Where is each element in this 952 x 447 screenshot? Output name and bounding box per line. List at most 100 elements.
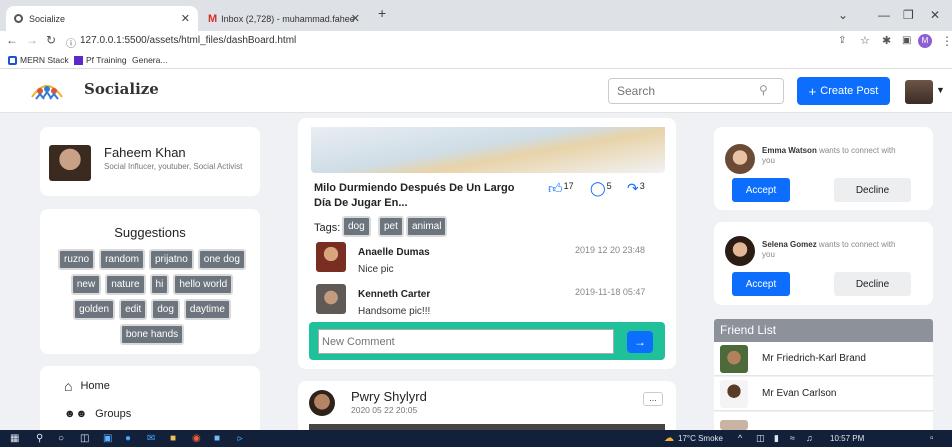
tab-socialize[interactable]: Socialize ✕	[6, 6, 198, 31]
suggestion-tag[interactable]: nature	[105, 274, 146, 295]
profile-avatar-image	[49, 145, 91, 181]
forward-icon[interactable]: →	[26, 33, 38, 47]
tab-search-icon[interactable]: ⌄	[838, 8, 848, 22]
suggestion-tag[interactable]: hello world	[173, 274, 234, 295]
share-button[interactable]: ↷ 3	[627, 181, 645, 195]
windows-start-icon[interactable]: ▦	[10, 433, 19, 444]
caret-down-icon[interactable]: ▼	[936, 85, 945, 95]
edge-icon[interactable]: ●	[125, 433, 131, 444]
reload-icon[interactable]: ↻	[46, 33, 56, 47]
cortana-icon[interactable]: ○	[58, 433, 64, 444]
suggestion-tag[interactable]: dog	[151, 299, 180, 320]
commenter-name[interactable]: Anaelle Dumas	[358, 247, 430, 258]
decline-button[interactable]: Decline	[834, 178, 911, 202]
suggestion-tag[interactable]: golden	[73, 299, 116, 320]
comment-button[interactable]: ◯ 5	[590, 181, 612, 195]
comment-text: Handsome pic!!!	[358, 306, 431, 317]
close-icon[interactable]: ✕	[181, 12, 190, 25]
suggestion-tag[interactable]: one dog	[197, 249, 246, 270]
volume-icon[interactable]: ♫	[806, 433, 813, 443]
post-tag[interactable]: animal	[406, 216, 448, 237]
thumbs-up-icon: 👍︎	[548, 180, 563, 196]
post-image[interactable]	[311, 127, 665, 173]
search-input[interactable]	[608, 78, 784, 104]
friend-list-item[interactable]	[714, 412, 933, 430]
share-icon[interactable]: ⇪	[838, 35, 846, 46]
post-tag[interactable]: pet	[378, 216, 404, 237]
comment-date: 2019 12 20 23:48	[575, 245, 646, 255]
suggestion-tag[interactable]: bone hands	[119, 324, 185, 345]
sidenav-home[interactable]: ⌂ Home	[64, 378, 110, 394]
teams-icon[interactable]: ■	[214, 433, 220, 444]
chrome-favicon-icon	[14, 14, 23, 23]
suggestion-tag[interactable]: new	[70, 274, 102, 295]
suggestion-tag[interactable]: hi	[149, 274, 170, 295]
requester-name[interactable]: Selena Gomez	[762, 240, 817, 249]
suggestion-tag[interactable]: edit	[119, 299, 148, 320]
profile-name[interactable]: Faheem Khan	[104, 145, 186, 160]
file-explorer-icon[interactable]: ■	[170, 433, 176, 444]
user-avatar[interactable]	[905, 80, 933, 104]
accept-button[interactable]: Accept	[732, 178, 790, 202]
like-count: 17	[563, 181, 574, 191]
restore-icon[interactable]: ❐	[903, 8, 914, 22]
chrome-icon[interactable]: ◉	[192, 433, 201, 444]
extensions-icon[interactable]: ✱	[882, 34, 891, 47]
tray-chevron-icon[interactable]: ^	[738, 433, 742, 443]
weather-text[interactable]: 17°C Smoke	[678, 434, 723, 443]
search-icon[interactable]: ⚲	[36, 433, 43, 444]
bookmark-mern[interactable]: MERN Stack	[8, 55, 69, 65]
mail-icon[interactable]: ✉	[147, 433, 155, 444]
url-field[interactable]: 127.0.0.1:5500/assets/html_files/dashBoa…	[80, 35, 296, 46]
tab-inbox[interactable]: M Inbox (2,728) - muhammad.fahee ✕	[200, 6, 368, 31]
commenter-name[interactable]: Kenneth Carter	[358, 289, 430, 300]
task-view-icon[interactable]: ◫	[80, 433, 89, 444]
friend-list-item[interactable]: Mr Friedrich-Karl Brand	[714, 342, 933, 376]
profile-avatar[interactable]: M	[918, 34, 932, 48]
new-comment-input[interactable]	[318, 329, 614, 354]
minimize-icon[interactable]: —	[878, 8, 890, 22]
sidenav-groups[interactable]: ☻☻ Groups	[64, 408, 131, 420]
star-icon[interactable]: ☆	[860, 34, 870, 47]
vscode-icon[interactable]: ⪧	[237, 433, 243, 444]
requester-name[interactable]: Emma Watson	[762, 146, 817, 155]
notifications-icon[interactable]: ▫	[930, 433, 934, 444]
accept-button[interactable]: Accept	[732, 272, 790, 296]
store-icon[interactable]: ▣	[103, 433, 112, 444]
clock[interactable]: 10:57 PM	[830, 434, 864, 443]
menu-icon[interactable]: ⋮	[941, 34, 952, 48]
close-icon[interactable]: ✕	[351, 12, 360, 25]
suggestion-tag[interactable]: ruzno	[58, 249, 96, 270]
search-icon[interactable]: ⚲	[759, 83, 768, 97]
requester-avatar	[725, 144, 755, 174]
friend-avatar	[720, 345, 748, 373]
new-tab-icon[interactable]: +	[378, 5, 386, 21]
close-window-icon[interactable]: ✕	[930, 8, 940, 22]
decline-button[interactable]: Decline	[834, 272, 911, 296]
more-options-button[interactable]: ...	[643, 392, 663, 406]
sidenav-card	[40, 366, 260, 430]
sidenav-label: Groups	[95, 408, 132, 420]
browser-tab-bar: Socialize ✕ M Inbox (2,728) - muhammad.f…	[0, 0, 952, 31]
bookmark-genera[interactable]: Genera...	[132, 55, 167, 65]
sidepanel-icon[interactable]: ▣	[902, 35, 911, 46]
back-icon[interactable]: ←	[6, 33, 18, 47]
info-icon[interactable]: ⓘ	[66, 35, 76, 50]
friend-list-item[interactable]: Mr Evan Carlson	[714, 377, 933, 411]
like-button[interactable]: 👍︎ 17	[548, 181, 574, 195]
bookmark-pf[interactable]: Pf Training	[74, 55, 127, 65]
commenter-avatar	[316, 242, 346, 272]
wifi-icon[interactable]: ≈	[790, 433, 795, 443]
create-post-button[interactable]: + Create Post	[797, 77, 890, 105]
socialize-logo[interactable]	[30, 79, 64, 101]
post-tag[interactable]: dog	[342, 216, 371, 237]
battery-icon[interactable]: ▮	[774, 433, 779, 444]
suggestion-tag[interactable]: daytime	[183, 299, 231, 320]
post-author-name[interactable]: Pwry Shylyrd	[351, 389, 427, 404]
suggestion-tag[interactable]: prijatno	[148, 249, 194, 270]
send-comment-button[interactable]: →	[627, 331, 653, 353]
brand-name[interactable]: Socialize	[84, 80, 159, 98]
suggestion-tag[interactable]: random	[99, 249, 145, 270]
tags-label: Tags:	[314, 222, 341, 234]
network-icon[interactable]: ◫	[756, 433, 765, 444]
